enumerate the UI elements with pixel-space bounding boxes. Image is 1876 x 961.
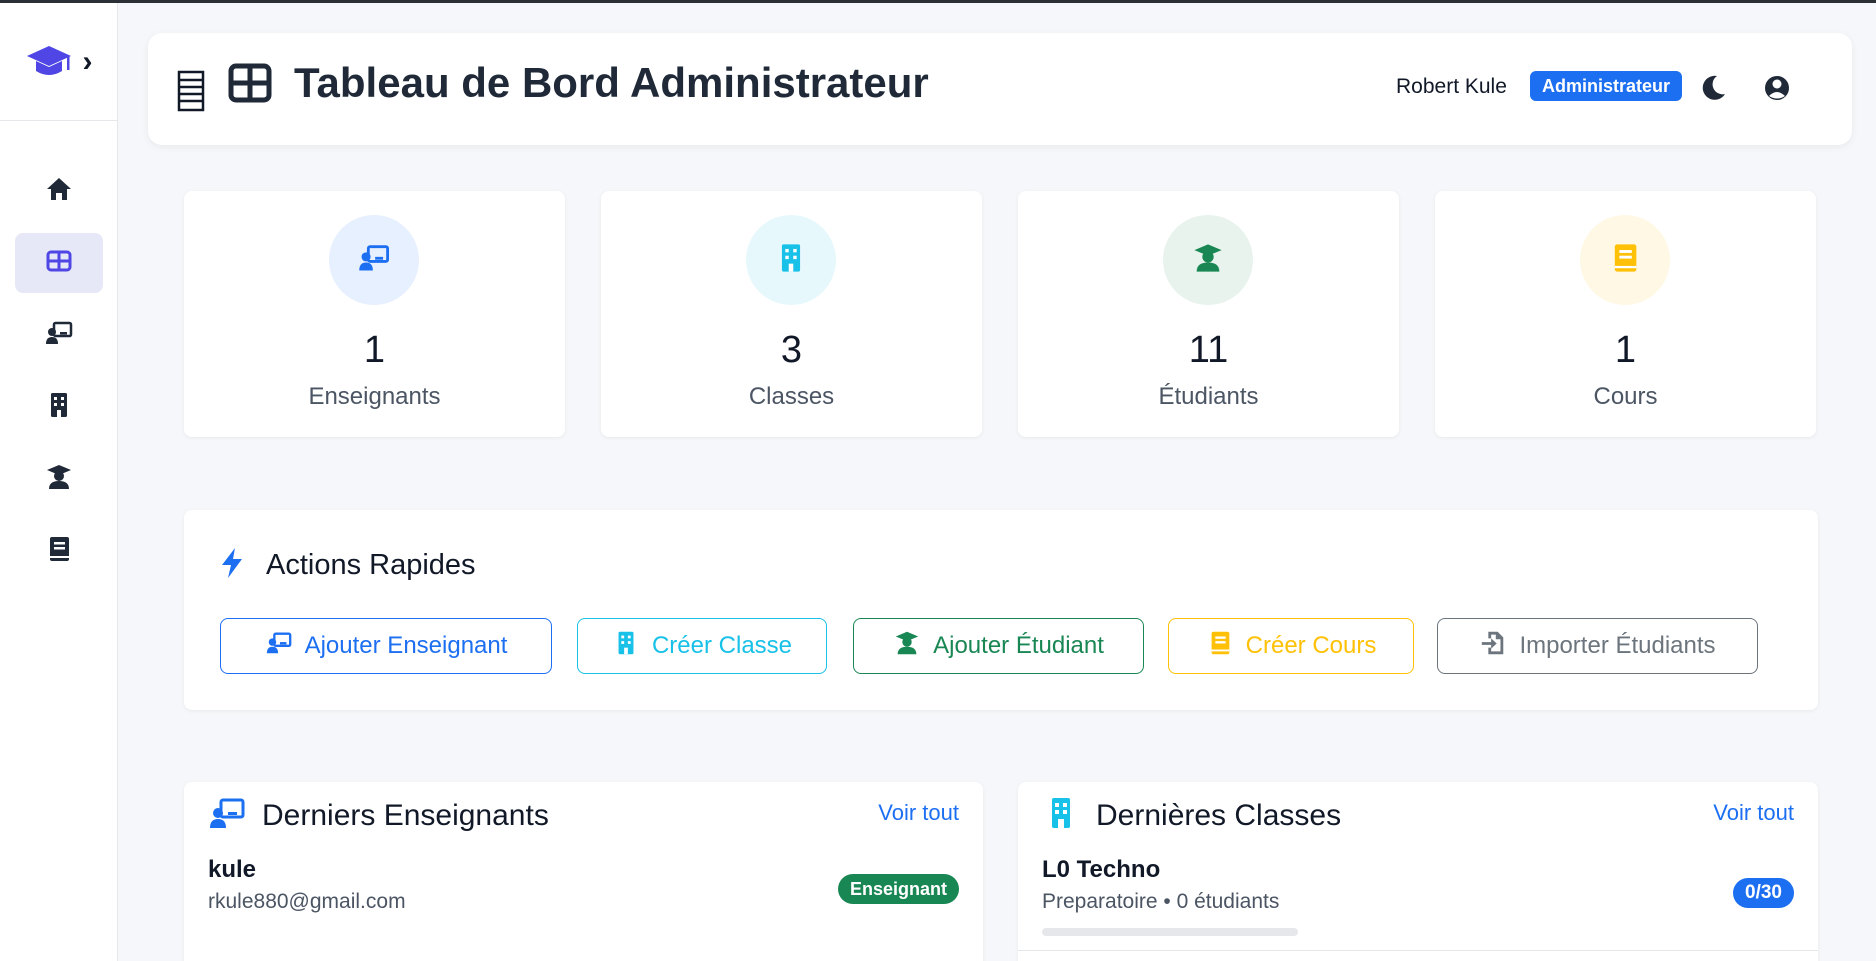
- sidebar: ›: [0, 3, 118, 961]
- sidebar-logo[interactable]: ›: [0, 3, 117, 121]
- dark-mode-moon-icon[interactable]: [1696, 71, 1730, 105]
- stat-card-classes[interactable]: 3 Classes: [601, 191, 982, 437]
- button-label: Créer Cours: [1245, 632, 1377, 659]
- building-icon: [774, 241, 808, 280]
- building-icon: [44, 390, 74, 425]
- panel-header: Derniers Enseignants: [208, 796, 549, 835]
- recent-classes-panel: Dernières Classes Voir tout L0 Techno Pr…: [1018, 782, 1818, 961]
- book-icon: [44, 534, 74, 569]
- row-divider: [1018, 950, 1818, 951]
- sidebar-item-teachers[interactable]: [15, 305, 103, 365]
- chevron-right-icon[interactable]: ›: [83, 46, 93, 77]
- building-icon: [612, 629, 640, 664]
- top-header: Tableau de Bord Administrateur Robert Ku…: [148, 33, 1852, 145]
- student-icon: [893, 629, 921, 664]
- sidebar-nav: [0, 121, 117, 581]
- sidebar-item-courses[interactable]: [15, 521, 103, 581]
- stat-label: Enseignants: [308, 383, 441, 410]
- teacher-icon: [265, 629, 293, 664]
- home-icon: [44, 174, 74, 209]
- stat-icon-circle: [746, 215, 836, 305]
- button-label: Créer Classe: [651, 632, 793, 659]
- user-avatar-icon[interactable]: [1760, 71, 1794, 105]
- lightning-icon: [218, 546, 246, 585]
- panel-title: Derniers Enseignants: [262, 798, 549, 832]
- book-icon: [1608, 241, 1642, 280]
- graduation-cap-icon: [25, 42, 73, 82]
- class-name: L0 Techno: [1042, 856, 1161, 883]
- see-all-teachers-link[interactable]: Voir tout: [878, 800, 959, 826]
- capacity-progress-bar: [1042, 928, 1298, 936]
- panel-header: Dernières Classes: [1042, 796, 1341, 835]
- add-student-button[interactable]: Ajouter Étudiant: [853, 618, 1144, 674]
- dashboard-grid-icon: [228, 63, 272, 103]
- teacher-name: kule: [208, 856, 257, 883]
- stat-icon-circle: [329, 215, 419, 305]
- class-subtitle: Preparatoire • 0 étudiants: [1042, 890, 1280, 913]
- teacher-icon: [357, 241, 391, 280]
- teacher-icon: [208, 796, 246, 835]
- stat-label: Classes: [748, 383, 835, 410]
- stat-icon-circle: [1580, 215, 1670, 305]
- stat-value: 3: [780, 329, 803, 371]
- teacher-email: rkule880@gmail.com: [208, 890, 406, 913]
- book-icon: [1206, 629, 1234, 664]
- teacher-icon: [44, 318, 74, 353]
- building-icon: [1042, 796, 1080, 835]
- import-students-button[interactable]: Importer Étudiants: [1437, 618, 1758, 674]
- capacity-badge: 0/30: [1733, 878, 1794, 908]
- stat-card-students[interactable]: 11 Étudiants: [1018, 191, 1399, 437]
- stat-icon-circle: [1163, 215, 1253, 305]
- page-title: Tableau de Bord Administrateur: [294, 59, 929, 106]
- button-label: Importer Étudiants: [1519, 632, 1716, 659]
- student-icon: [44, 462, 74, 497]
- window-top-border: [0, 0, 1876, 3]
- stat-card-courses[interactable]: 1 Cours: [1435, 191, 1816, 437]
- stat-card-teachers[interactable]: 1 Enseignants: [184, 191, 565, 437]
- button-label: Ajouter Enseignant: [304, 632, 508, 659]
- file-import-icon: [1479, 629, 1507, 664]
- sidebar-item-classes[interactable]: [15, 377, 103, 437]
- quick-actions-title: Actions Rapides: [266, 549, 476, 581]
- sidebar-item-students[interactable]: [15, 449, 103, 509]
- sidebar-item-home[interactable]: [15, 161, 103, 221]
- create-class-button[interactable]: Créer Classe: [577, 618, 827, 674]
- button-label: Ajouter Étudiant: [933, 632, 1104, 659]
- role-badge: Enseignant: [837, 874, 959, 904]
- student-icon: [1191, 241, 1225, 280]
- user-name: Robert Kule: [1396, 75, 1507, 98]
- stat-value: 1: [1614, 329, 1637, 371]
- stat-value: 11: [1188, 329, 1229, 371]
- quick-actions-header: Actions Rapides: [218, 546, 476, 585]
- sidebar-item-dashboard[interactable]: [14, 233, 103, 293]
- add-teacher-button[interactable]: Ajouter Enseignant: [220, 618, 552, 674]
- stat-label: Cours: [1593, 383, 1658, 410]
- grid-icon: [44, 246, 74, 281]
- quick-actions-panel: Actions Rapides Ajouter Enseignant Créer…: [184, 510, 1818, 710]
- see-all-classes-link[interactable]: Voir tout: [1713, 800, 1794, 826]
- recent-teachers-panel: Derniers Enseignants Voir tout kule rkul…: [184, 782, 983, 961]
- menu-toggle-icon[interactable]: [176, 69, 206, 113]
- stat-value: 1: [363, 329, 386, 371]
- create-course-button[interactable]: Créer Cours: [1168, 618, 1414, 674]
- stat-label: Étudiants: [1158, 383, 1259, 410]
- panel-title: Dernières Classes: [1096, 798, 1342, 832]
- role-badge: Administrateur: [1530, 71, 1683, 101]
